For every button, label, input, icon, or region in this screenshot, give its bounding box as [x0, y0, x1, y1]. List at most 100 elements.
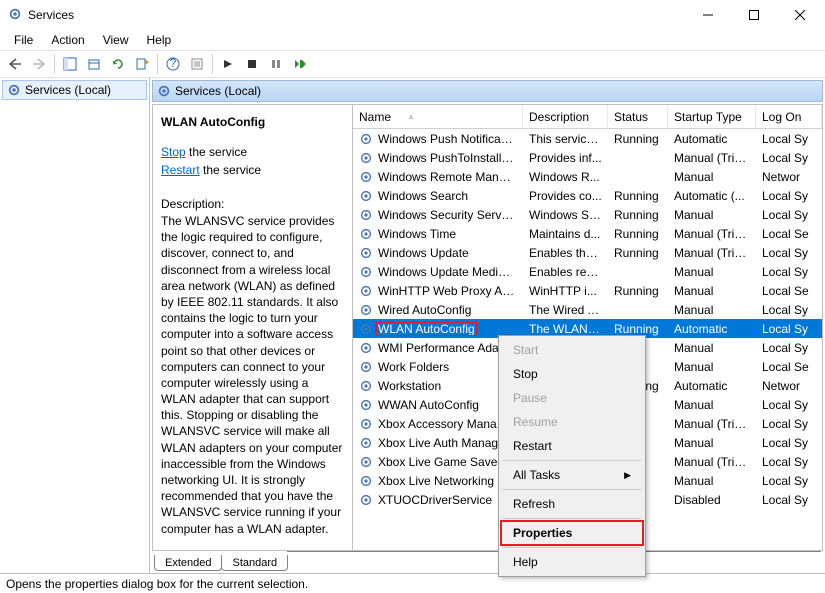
- restart-suffix: the service: [200, 163, 261, 177]
- service-name: WinHTTP Web Proxy Auto-...: [376, 284, 517, 298]
- tab-extended[interactable]: Extended: [154, 555, 222, 571]
- table-row[interactable]: Windows Push Notification...This service…: [353, 129, 822, 148]
- table-row[interactable]: Wired AutoConfigThe Wired A...ManualLoca…: [353, 300, 822, 319]
- cell-name: Windows PushToInstall Serv...: [353, 151, 523, 165]
- service-name: Windows Update Medic Ser...: [376, 265, 517, 279]
- cell-logon: Local Se: [756, 227, 822, 241]
- export-list-button[interactable]: [83, 53, 105, 75]
- menu-view[interactable]: View: [95, 31, 137, 49]
- tree-item-services-local[interactable]: Services (Local): [2, 80, 147, 100]
- cell-logon: Local Sy: [756, 417, 822, 431]
- gear-icon: [359, 151, 373, 165]
- col-name[interactable]: Name▵: [353, 105, 523, 128]
- ctx-stop[interactable]: Stop: [501, 362, 643, 386]
- cell-startup: Manual (Trig...: [668, 246, 756, 260]
- service-name: Windows Search: [376, 189, 470, 203]
- refresh-button[interactable]: [107, 53, 129, 75]
- cell-startup: Manual: [668, 208, 756, 222]
- separator: [54, 54, 55, 74]
- gear-icon: [359, 303, 373, 317]
- export-button[interactable]: [131, 53, 153, 75]
- cell-startup: Automatic: [668, 379, 756, 393]
- cell-name: Windows Search: [353, 189, 523, 203]
- table-row[interactable]: Windows Security ServiceWindows Se...Run…: [353, 205, 822, 224]
- gear-icon: [359, 284, 373, 298]
- stop-link[interactable]: Stop: [161, 145, 186, 159]
- result-header-label: Services (Local): [175, 84, 261, 98]
- cell-name: WinHTTP Web Proxy Auto-...: [353, 284, 523, 298]
- service-name: Windows Update: [376, 246, 471, 260]
- service-name: Wired AutoConfig: [376, 303, 473, 317]
- gear-icon: [7, 83, 21, 97]
- cell-logon: Local Sy: [756, 436, 822, 450]
- close-button[interactable]: [777, 0, 823, 30]
- table-row[interactable]: Windows SearchProvides co...RunningAutom…: [353, 186, 822, 205]
- gear-icon: [359, 436, 373, 450]
- cell-startup: Manual (Trig...: [668, 455, 756, 469]
- ctx-help[interactable]: Help: [501, 550, 643, 574]
- cell-startup: Automatic (...: [668, 189, 756, 203]
- separator: [157, 54, 158, 74]
- table-row[interactable]: Windows UpdateEnables the ...RunningManu…: [353, 243, 822, 262]
- restart-service-button[interactable]: [289, 53, 311, 75]
- pause-service-button[interactable]: [265, 53, 287, 75]
- help-button[interactable]: ?: [162, 53, 184, 75]
- table-row[interactable]: Windows Update Medic Ser... Enables rem..…: [353, 262, 822, 281]
- ctx-properties[interactable]: Properties: [501, 521, 643, 545]
- properties-button[interactable]: [186, 53, 208, 75]
- gear-icon: [359, 360, 373, 374]
- col-status[interactable]: Status: [608, 105, 668, 128]
- col-log-on[interactable]: Log On: [756, 105, 822, 128]
- cell-logon: Local Sy: [756, 455, 822, 469]
- show-hide-tree-button[interactable]: [59, 53, 81, 75]
- menu-help[interactable]: Help: [139, 31, 180, 49]
- service-name: WMI Performance Adapter: [376, 341, 517, 355]
- gear-icon: [359, 265, 373, 279]
- cell-status: Running: [608, 208, 668, 222]
- table-row[interactable]: Windows Remote Manage...Windows R...Manu…: [353, 167, 822, 186]
- ctx-refresh[interactable]: Refresh: [501, 492, 643, 516]
- svg-text:?: ?: [170, 57, 177, 70]
- cell-name: Windows Time: [353, 227, 523, 241]
- table-row[interactable]: WinHTTP Web Proxy Auto-...WinHTTP i...Ru…: [353, 281, 822, 300]
- stop-suffix: the service: [186, 145, 247, 159]
- col-description[interactable]: Description: [523, 105, 608, 128]
- cell-name: Windows Remote Manage...: [353, 170, 523, 184]
- col-startup-type[interactable]: Startup Type: [668, 105, 756, 128]
- service-name: Xbox Live Game Save: [376, 455, 499, 469]
- gear-icon: [359, 379, 373, 393]
- gear-icon: [359, 493, 373, 507]
- cell-logon: Local Sy: [756, 493, 822, 507]
- cell-startup: Manual: [668, 265, 756, 279]
- gear-icon: [359, 455, 373, 469]
- chevron-right-icon: ▶: [624, 470, 631, 481]
- cell-startup: Manual: [668, 284, 756, 298]
- start-service-button[interactable]: [217, 53, 239, 75]
- cell-logon: Local Se: [756, 360, 822, 374]
- forward-button[interactable]: [28, 53, 50, 75]
- tree-item-label: Services (Local): [25, 83, 111, 97]
- service-name: Windows Time: [376, 227, 458, 241]
- table-row[interactable]: Windows PushToInstall Serv...Provides in…: [353, 148, 822, 167]
- stop-service-button[interactable]: [241, 53, 263, 75]
- menu-action[interactable]: Action: [43, 31, 92, 49]
- maximize-button[interactable]: [731, 0, 777, 30]
- ctx-pause: Pause: [501, 386, 643, 410]
- ctx-restart[interactable]: Restart: [501, 434, 643, 458]
- cell-desc: Enables rem...: [523, 265, 608, 279]
- cell-startup: Automatic: [668, 132, 756, 146]
- cell-logon: Networ: [756, 170, 822, 184]
- console-tree: Services (Local): [0, 78, 150, 573]
- cell-desc: Provides co...: [523, 189, 608, 203]
- minimize-button[interactable]: [685, 0, 731, 30]
- table-row[interactable]: Windows TimeMaintains d...RunningManual …: [353, 224, 822, 243]
- sort-asc-icon: ▵: [409, 112, 413, 121]
- menu-file[interactable]: File: [6, 31, 41, 49]
- cell-startup: Manual: [668, 303, 756, 317]
- back-button[interactable]: [4, 53, 26, 75]
- service-name: Xbox Live Networking Service: [376, 474, 517, 488]
- ctx-all-tasks[interactable]: All Tasks▶: [501, 463, 643, 487]
- tab-standard[interactable]: Standard: [221, 555, 288, 571]
- gear-icon: [359, 322, 373, 336]
- restart-link[interactable]: Restart: [161, 163, 200, 177]
